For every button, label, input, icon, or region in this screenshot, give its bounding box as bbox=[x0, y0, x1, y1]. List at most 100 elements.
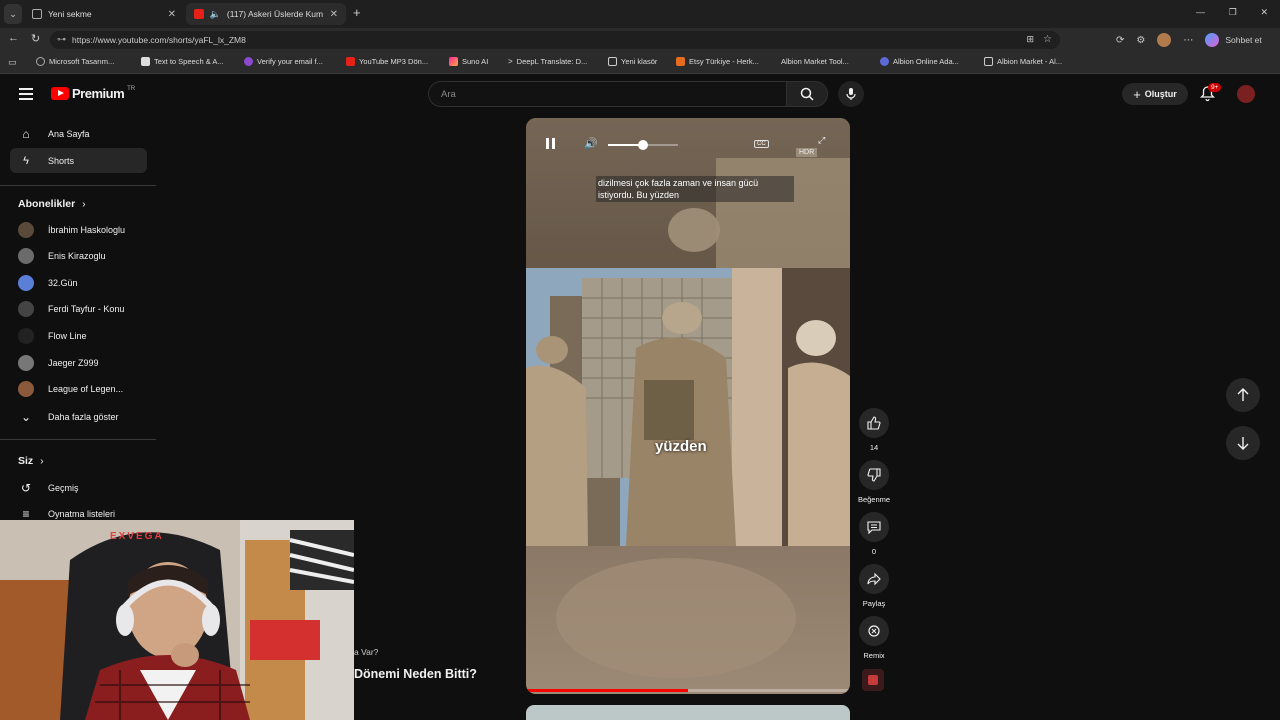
etsy-icon bbox=[676, 57, 685, 66]
bookmark-item[interactable]: Albion Online Ada... bbox=[880, 57, 959, 66]
sidebar-subscription-item[interactable]: Ferdi Tayfur - Konu bbox=[10, 297, 147, 322]
volume-slider[interactable] bbox=[608, 140, 678, 150]
remix-icon bbox=[868, 625, 880, 637]
refresh-icon[interactable]: ↻ bbox=[31, 32, 40, 45]
url-text: https://www.youtube.com/shorts/yaFL_lx_Z… bbox=[72, 35, 246, 45]
sidebar-item-home[interactable]: ⌂ Ana Sayfa bbox=[10, 121, 147, 146]
notification-badge: 9+ bbox=[1208, 83, 1222, 92]
shorts-icon: ϟ bbox=[23, 154, 29, 167]
more-menu-icon[interactable]: ⋯ bbox=[1183, 35, 1193, 46]
fullscreen-button[interactable]: ⤢ bbox=[818, 135, 825, 146]
bookmark-item[interactable]: Microsoft Tasarım... bbox=[36, 57, 114, 66]
maximize-icon[interactable]: ❐ bbox=[1229, 7, 1237, 18]
puzzle-icon[interactable]: ⚙ bbox=[1136, 35, 1145, 46]
bookmark-item[interactable]: Albion Market Tool... bbox=[781, 57, 849, 66]
read-mode-icon[interactable]: ⊞ bbox=[1026, 34, 1034, 45]
sidebar-subscription-item[interactable]: İbrahim Haskologlu bbox=[10, 217, 147, 242]
sidebar-subscription-item[interactable]: Enis Kirazoglu bbox=[10, 244, 147, 269]
comments-button[interactable] bbox=[859, 512, 889, 542]
copilot-icon[interactable] bbox=[1205, 33, 1220, 47]
close-window-icon[interactable]: ✕ bbox=[1260, 7, 1268, 18]
address-bar-row: ← ↻ ⊶ https://www.youtube.com/shorts/yaF… bbox=[0, 28, 1280, 52]
bookmark-item[interactable]: > DeepL Translate: D... bbox=[508, 57, 587, 66]
back-icon[interactable]: ← bbox=[8, 32, 19, 44]
new-tab-button[interactable]: + bbox=[353, 5, 361, 20]
bookmark-item[interactable]: Etsy Türkiye - Herk... bbox=[676, 57, 759, 66]
close-tab-icon[interactable]: ✕ bbox=[330, 9, 338, 20]
search-button[interactable] bbox=[786, 81, 828, 107]
short-video-player[interactable]: 🔊 CC ⤢ HDR dizilmesi çok fazla zaman ve … bbox=[526, 118, 850, 694]
tab-list-button[interactable]: ⌄ bbox=[4, 4, 22, 24]
star-icon[interactable]: ☆ bbox=[1043, 34, 1052, 45]
history-icon: ↺ bbox=[20, 480, 32, 495]
site-info-icon[interactable]: ⊶ bbox=[57, 34, 66, 45]
video-frame bbox=[526, 118, 850, 694]
dislike-button[interactable] bbox=[859, 460, 889, 490]
you-header[interactable]: Siz › bbox=[18, 455, 44, 467]
tab-youtube[interactable]: 🔈 (117) Askeri Üslerde Kum Tor ✕ bbox=[186, 3, 346, 25]
bookmark-item[interactable]: Suno AI bbox=[449, 57, 488, 66]
close-tab-icon[interactable]: ✕ bbox=[168, 9, 176, 20]
chevron-right-icon: › bbox=[40, 455, 44, 467]
chevron-down-icon: ⌄ bbox=[20, 409, 32, 424]
bookmark-item[interactable]: Verify your email f... bbox=[244, 57, 323, 66]
sidebar-subscription-item[interactable]: 32.Gün bbox=[10, 270, 147, 295]
create-button[interactable]: + Oluştur bbox=[1122, 83, 1188, 105]
search-input[interactable]: Ara bbox=[428, 81, 786, 107]
channel-avatar bbox=[18, 221, 34, 238]
pause-button[interactable] bbox=[546, 138, 558, 150]
arrow-up-icon bbox=[1237, 388, 1249, 401]
home-icon: ⌂ bbox=[22, 126, 30, 141]
captions-button[interactable]: CC bbox=[754, 140, 769, 148]
comments-action: 0 bbox=[858, 512, 890, 556]
sidebar-subscription-item[interactable]: Flow Line bbox=[10, 323, 147, 348]
background-video-title[interactable]: Dönemi Neden Bitti? bbox=[354, 667, 477, 681]
notifications-button[interactable]: 9+ bbox=[1199, 83, 1222, 107]
voice-search-button[interactable] bbox=[838, 81, 864, 107]
next-short-preview[interactable] bbox=[526, 705, 850, 720]
share-button[interactable] bbox=[859, 564, 889, 594]
url-field[interactable]: ⊶ https://www.youtube.com/shorts/yaFL_lx… bbox=[50, 31, 1060, 49]
volume-button[interactable]: 🔊 bbox=[584, 137, 598, 150]
extensions-icon[interactable]: ⟳ bbox=[1116, 35, 1124, 46]
channel-avatar bbox=[18, 301, 34, 318]
reading-list-icon[interactable]: ▭ bbox=[8, 57, 17, 68]
sidebar-subscription-item[interactable]: League of Legen... bbox=[10, 377, 147, 402]
profile-avatar[interactable] bbox=[1157, 33, 1172, 47]
music-disc-icon bbox=[868, 675, 878, 685]
search-icon bbox=[36, 57, 45, 66]
window-controls: — ❐ ✕ bbox=[1196, 7, 1276, 18]
bookmark-item[interactable]: Yeni klasör bbox=[608, 57, 657, 66]
subscriptions-header[interactable]: Abonelikler › bbox=[18, 198, 86, 210]
sidebar-subscription-item[interactable]: Jaeger Z999 bbox=[10, 350, 147, 375]
show-more-button[interactable]: ⌄ Daha fazla göster bbox=[10, 404, 147, 429]
speaker-icon[interactable]: 🔈 bbox=[210, 9, 221, 20]
channel-avatar bbox=[18, 248, 34, 265]
channel-avatar bbox=[18, 327, 34, 344]
bookmark-item[interactable]: YouTube MP3 Dön... bbox=[346, 57, 428, 66]
video-progress-bar[interactable] bbox=[526, 689, 850, 692]
youtube-favicon-icon bbox=[194, 9, 204, 19]
chevron-right-icon: › bbox=[82, 198, 86, 210]
twitch-icon bbox=[244, 57, 253, 66]
chat-label[interactable]: Sohbet et bbox=[1225, 35, 1261, 45]
remix-button[interactable] bbox=[859, 616, 889, 646]
account-avatar[interactable] bbox=[1237, 85, 1255, 103]
plus-icon: + bbox=[1133, 86, 1141, 102]
minimize-icon[interactable]: — bbox=[1196, 7, 1205, 18]
next-short-button[interactable] bbox=[1226, 426, 1260, 460]
folder-icon bbox=[608, 57, 617, 66]
albion-icon bbox=[880, 57, 889, 66]
bookmark-item[interactable]: Text to Speech & A... bbox=[141, 57, 224, 66]
tab-new-tab[interactable]: Yeni sekme ✕ bbox=[24, 3, 184, 25]
bookmark-item[interactable]: Albion Market - Al... bbox=[984, 57, 1062, 66]
comment-count: 0 bbox=[871, 547, 877, 556]
sound-thumbnail[interactable] bbox=[862, 669, 884, 691]
previous-short-button[interactable] bbox=[1226, 378, 1260, 412]
channel-name: Ferdi Tayfur - Konu bbox=[48, 304, 125, 315]
like-button[interactable] bbox=[859, 408, 889, 438]
browser-tab-bar: ⌄ Yeni sekme ✕ 🔈 (117) Askeri Üslerde Ku… bbox=[0, 0, 1280, 28]
arrow-down-icon bbox=[1237, 437, 1249, 450]
sidebar-item-history[interactable]: ↺ Geçmiş bbox=[10, 475, 147, 500]
sidebar-item-shorts[interactable]: ϟ Shorts bbox=[10, 148, 147, 173]
